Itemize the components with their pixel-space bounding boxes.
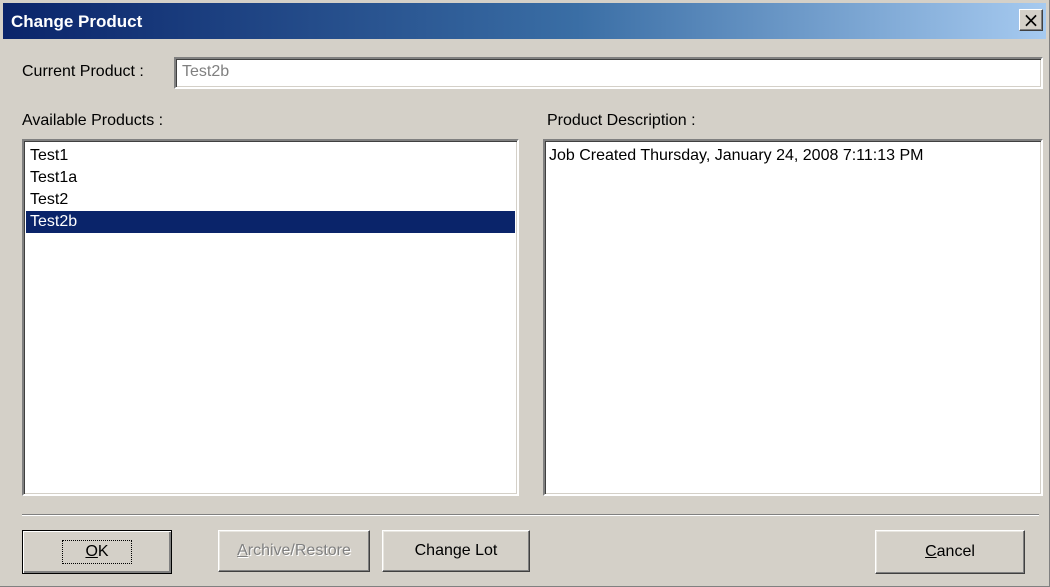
ok-button[interactable]: OK: [22, 530, 172, 574]
title-bar[interactable]: Change Product ×: [3, 3, 1046, 39]
change-product-dialog: Change Product × Current Product : Test2…: [0, 0, 1050, 587]
current-product-field: Test2b: [174, 57, 1043, 89]
cancel-label: Cancel: [925, 543, 975, 560]
divider: [22, 514, 1039, 516]
ok-button-label: OK: [62, 540, 132, 564]
list-item-test2b[interactable]: Test2b: [26, 211, 515, 233]
archive-restore-button[interactable]: Archive/Restore: [218, 530, 370, 572]
window-title: Change Product: [11, 12, 143, 31]
close-button[interactable]: ×: [1019, 9, 1043, 31]
current-product-label: Current Product :: [22, 63, 144, 80]
product-description-text: Job Created Thursday, January 24, 2008 7…: [549, 147, 924, 164]
product-description-label: Product Description :: [547, 112, 696, 129]
list-item-test1[interactable]: Test1: [26, 145, 515, 167]
cancel-button[interactable]: Cancel: [875, 530, 1025, 574]
available-products-list[interactable]: Test1 Test1a Test2 Test2b: [22, 139, 519, 496]
change-lot-label: Change Lot: [414, 542, 498, 559]
list-item-test1a[interactable]: Test1a: [26, 167, 515, 189]
change-lot-button[interactable]: Change Lot: [382, 530, 530, 572]
archive-restore-label: Archive/Restore: [237, 542, 351, 559]
close-icon: ×: [1022, 8, 1040, 32]
list-item-test2[interactable]: Test2: [26, 189, 515, 211]
available-products-label: Available Products :: [22, 112, 164, 129]
product-description-box[interactable]: Job Created Thursday, January 24, 2008 7…: [543, 139, 1043, 496]
